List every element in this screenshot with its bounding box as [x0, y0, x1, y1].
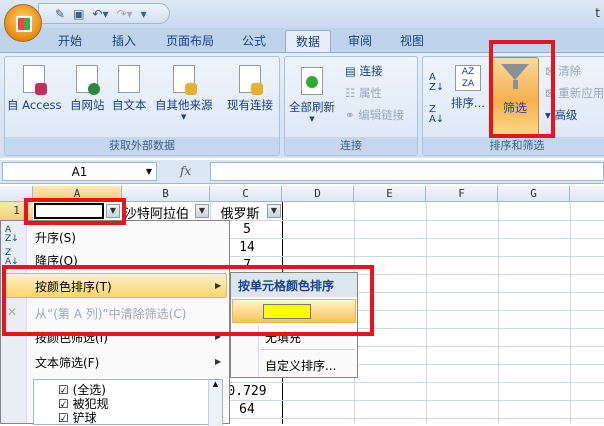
checkbox-item[interactable]: ☑ 铲球 [58, 409, 97, 426]
refresh-all-button[interactable]: 全部刷新 ▼ [289, 67, 335, 123]
tab-home[interactable]: 开始 [50, 30, 90, 52]
properties-button[interactable]: ☷ 属性 [345, 85, 382, 101]
tab-view[interactable]: 视图 [392, 30, 432, 52]
brush-icon[interactable]: ✎ [55, 7, 65, 21]
office-button[interactable] [4, 4, 42, 42]
column-header-e[interactable]: E [354, 186, 426, 202]
submenu-arrow-icon: ▶ [215, 357, 222, 366]
existing-connections-button[interactable]: 现有连接 [227, 65, 273, 113]
filter-value-list[interactable]: ☑ (全选) ☑ 被犯规 ☑ 铲球 ▲ [33, 379, 223, 426]
group-get-external-data: 自 Access 自网站 自文本 自其他来源 ▼ 现有连接 获取外部数据 [4, 56, 280, 156]
edit-links-button[interactable]: ⚭ 编辑链接 [345, 107, 404, 123]
column-header-d[interactable]: D [282, 186, 354, 202]
menu-item-sort-ascending[interactable]: 升序(S) [35, 229, 76, 246]
tab-insert[interactable]: 插入 [104, 30, 144, 52]
sort-dialog-icon: AZ ZA [454, 65, 481, 91]
tab-formulas[interactable]: 公式 [234, 30, 274, 52]
sort-ascending-icon[interactable]: A Z↓ [429, 73, 444, 93]
name-box[interactable]: A1 ▼ [2, 162, 157, 181]
customize-qat-icon[interactable]: ▾ [141, 7, 147, 21]
access-icon [23, 65, 48, 95]
database-icon [239, 65, 263, 95]
from-web-button[interactable]: 自网站 [70, 65, 105, 113]
menu-item-text-filters[interactable]: 文本筛选(F) [35, 354, 99, 371]
group-connections: 全部刷新 ▼ ▤ 连接 ☷ 属性 ⚭ 编辑链接 连接 [284, 56, 418, 156]
column-header-b[interactable]: B [122, 186, 210, 202]
sort-button[interactable]: AZ ZA 排序... [451, 65, 485, 111]
window-title: t [595, 6, 600, 20]
database-icon [172, 65, 197, 95]
connections-button[interactable]: ▤ 连接 [345, 63, 383, 79]
tab-review[interactable]: 审阅 [340, 30, 380, 52]
redo-icon[interactable]: ↷▾ [116, 7, 132, 21]
column-header-g[interactable]: G [498, 186, 570, 202]
tab-data[interactable]: 数据 [285, 30, 331, 52]
group-label: 排序和筛选 [423, 137, 604, 155]
list-scrollbar[interactable]: ▲ [208, 380, 222, 426]
sort-descending-icon[interactable]: Z A↓ [429, 105, 444, 125]
column-header-f[interactable]: F [426, 186, 498, 202]
refresh-icon [301, 67, 323, 95]
submenu-item-custom-sort[interactable]: 自定义排序... [265, 357, 336, 374]
group-label: 连接 [285, 137, 417, 155]
from-text-button[interactable]: 自文本 [112, 65, 147, 113]
from-other-sources-button[interactable]: 自其他来源 ▼ [155, 65, 213, 121]
fx-icon[interactable]: fx [180, 164, 191, 178]
group-label: 获取外部数据 [5, 137, 279, 155]
filter-dropdown-b[interactable]: ▼ [195, 204, 209, 218]
save-icon[interactable]: ▣ [73, 7, 84, 21]
column-header-h[interactable] [570, 186, 604, 202]
text-file-icon [118, 65, 141, 93]
undo-icon[interactable]: ↶▾ [92, 7, 108, 21]
highlight-box [2, 265, 374, 336]
highlight-box [24, 198, 126, 225]
tab-page-layout[interactable]: 页面布局 [160, 30, 220, 52]
highlight-box [489, 40, 555, 138]
column-header-c[interactable]: C [210, 186, 282, 202]
title-bar: ✎ ▣ ↶▾ ↷▾ ▾ t [0, 0, 604, 28]
filter-dropdown-c[interactable]: ▼ [267, 204, 281, 218]
formula-bar: A1 ▼ fx [0, 160, 604, 184]
sort-ascending-icon: A Z↓ [5, 225, 19, 244]
formula-input[interactable] [210, 162, 604, 181]
from-access-button[interactable]: 自 Access [7, 65, 62, 113]
globe-icon [76, 65, 101, 95]
quick-access-toolbar: ✎ ▣ ↶▾ ↷▾ ▾ [38, 3, 170, 24]
